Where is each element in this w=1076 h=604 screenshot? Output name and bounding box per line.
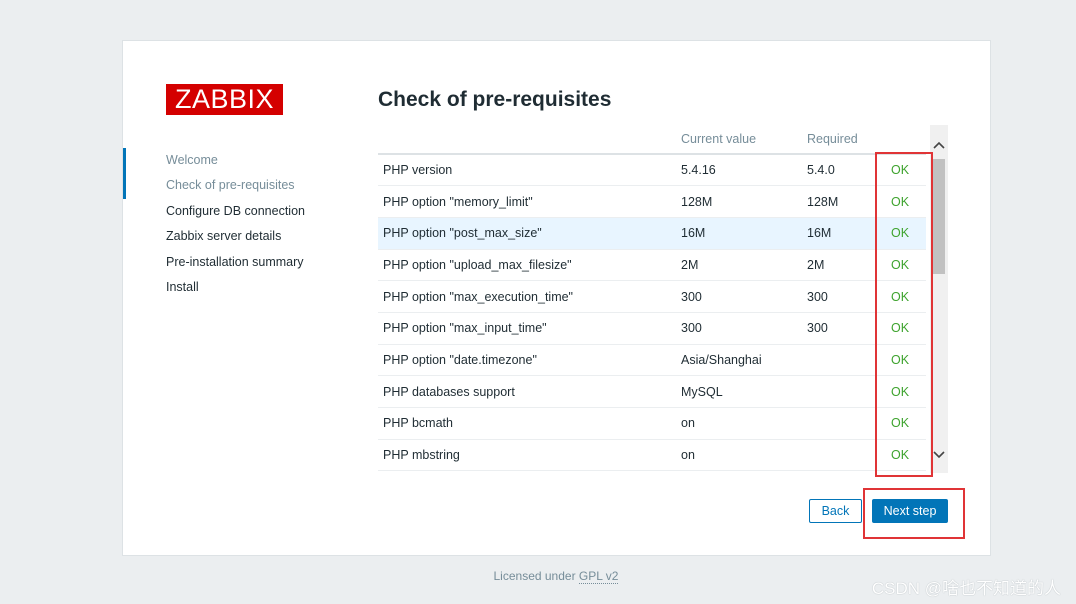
- csdn-watermark: CSDN @啥也不知道的人: [871, 579, 1061, 598]
- row-required: 2M: [802, 249, 877, 282]
- header-name: [378, 125, 676, 155]
- header-status: [877, 125, 926, 155]
- nav-step-welcome: Welcome: [166, 153, 218, 167]
- row-required: 128M: [802, 185, 877, 218]
- nav-step-summary: Pre-installation summary: [166, 254, 304, 269]
- row-current: on: [676, 407, 802, 440]
- footer-license-text: Licensed under: [493, 569, 579, 583]
- row-name: PHP option "upload_max_filesize": [378, 249, 676, 282]
- row-current: 128M: [676, 185, 802, 218]
- row-name: PHP version: [378, 154, 676, 187]
- row-current: Asia/Shanghai: [676, 344, 802, 377]
- setup-steps-nav: Welcome Check of pre-requisites Configur…: [166, 152, 305, 304]
- table-row: PHP option "date.timezone" Asia/Shanghai…: [378, 344, 926, 377]
- header-current-value: Current value: [676, 125, 802, 155]
- row-required: [802, 344, 877, 377]
- nav-step-prerequisites: Check of pre-requisites: [166, 178, 295, 193]
- header-required: Required: [802, 125, 877, 155]
- table-row: PHP databases support MySQL OK: [378, 375, 926, 408]
- row-name: PHP option "post_max_size": [378, 217, 676, 250]
- row-required: 300: [802, 312, 877, 345]
- table-row: PHP mbstring on OK: [378, 439, 926, 472]
- row-name: PHP option "memory_limit": [378, 185, 676, 218]
- row-current: 2M: [676, 249, 802, 282]
- table-header-row: Current value Required: [378, 125, 926, 155]
- table-row: PHP option "upload_max_filesize" 2M 2M O…: [378, 249, 926, 282]
- row-current: on: [676, 439, 802, 472]
- annotation-box-next: [863, 488, 965, 539]
- nav-progress-indicator: [123, 148, 126, 199]
- table-row: PHP option "memory_limit" 128M 128M OK: [378, 185, 926, 218]
- row-current: MySQL: [676, 375, 802, 408]
- row-required: [802, 439, 877, 472]
- page-title: Check of pre-requisites: [378, 88, 612, 111]
- row-required: 5.4.0: [802, 154, 877, 187]
- table-row: PHP option "post_max_size" 16M 16M OK: [378, 217, 926, 250]
- nav-step-server-details: Zabbix server details: [166, 229, 282, 244]
- row-name: PHP option "date.timezone": [378, 344, 676, 377]
- nav-step-install: Install: [166, 279, 199, 294]
- row-name: PHP databases support: [378, 375, 676, 408]
- row-required: [802, 407, 877, 440]
- row-name: PHP option "max_execution_time": [378, 280, 676, 313]
- back-button[interactable]: Back: [809, 499, 862, 523]
- gpl-link[interactable]: GPL v2: [578, 569, 619, 584]
- row-required: [802, 375, 877, 408]
- row-required: 300: [802, 280, 877, 313]
- nav-step-db-connection: Configure DB connection: [166, 203, 305, 218]
- row-name: PHP bcmath: [378, 407, 676, 440]
- row-current: 300: [676, 312, 802, 345]
- row-current: 5.4.16: [676, 154, 802, 187]
- scroll-up-icon[interactable]: [930, 139, 948, 153]
- annotation-box-status: [875, 152, 933, 477]
- table-row: PHP option "max_execution_time" 300 300 …: [378, 280, 926, 313]
- zabbix-logo: ZABBIX: [166, 84, 283, 115]
- row-name: PHP option "max_input_time": [378, 312, 676, 345]
- table-row: PHP version 5.4.16 5.4.0 OK: [378, 154, 926, 187]
- table-row: PHP bcmath on OK: [378, 407, 926, 440]
- prerequisites-table-container: Current value Required PHP version 5.4.1…: [378, 125, 948, 474]
- row-name: PHP mbstring: [378, 439, 676, 472]
- row-current: 16M: [676, 217, 802, 250]
- scrollbar-thumb[interactable]: [933, 159, 945, 274]
- table-row: PHP option "max_input_time" 300 300 OK: [378, 312, 926, 345]
- row-current: 300: [676, 280, 802, 313]
- setup-panel: ZABBIX Welcome Check of pre-requisites C…: [122, 40, 991, 556]
- prerequisites-table: Current value Required PHP version 5.4.1…: [378, 125, 926, 472]
- row-required: 16M: [802, 217, 877, 250]
